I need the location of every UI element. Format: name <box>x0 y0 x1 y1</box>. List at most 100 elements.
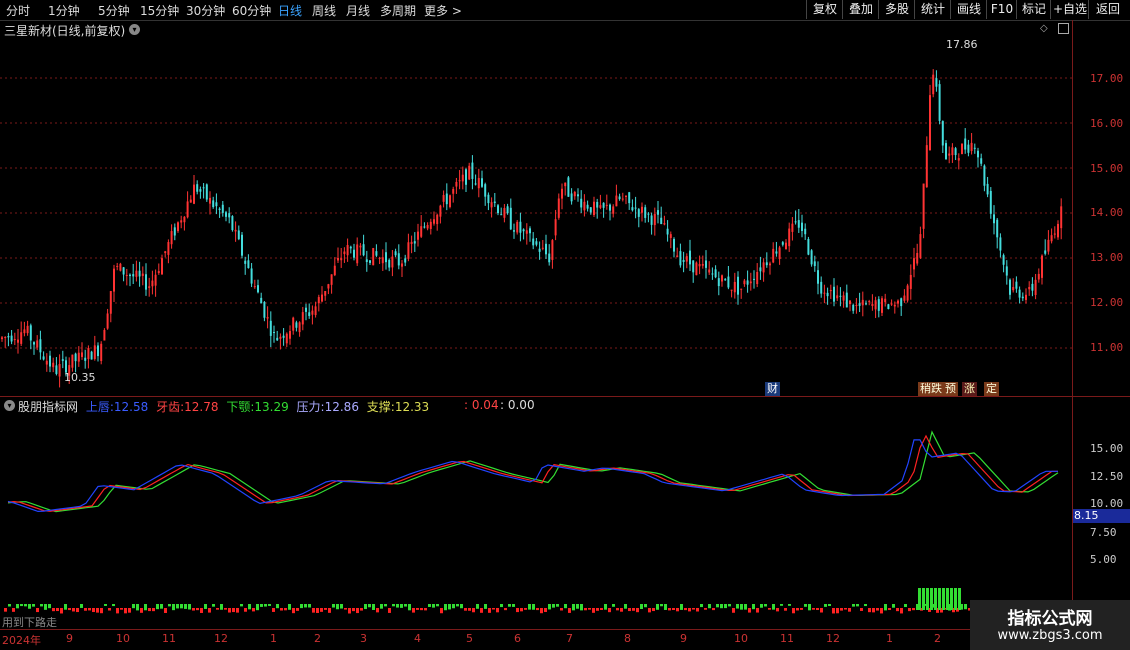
candle-body <box>4 337 7 339</box>
period-30min[interactable]: 30分钟 <box>186 2 225 19</box>
candle-body <box>618 196 621 200</box>
histogram-bar <box>88 608 91 611</box>
histogram-bar <box>844 608 847 610</box>
period-60min[interactable]: 60分钟 <box>232 2 271 19</box>
candle-body <box>17 339 19 343</box>
diamond-icon[interactable]: ◇ <box>1040 23 1048 34</box>
candle-body <box>356 244 359 264</box>
draw-line-button[interactable]: 画线 <box>950 0 987 19</box>
chevron-down-icon[interactable]: ▾ <box>129 24 140 35</box>
candle-body <box>823 292 826 294</box>
candle-body <box>484 184 487 197</box>
histogram-bar <box>348 608 351 614</box>
candle-body <box>42 356 45 360</box>
candle-body <box>913 258 915 270</box>
candle-body <box>541 247 544 249</box>
histogram-bar <box>284 608 287 611</box>
candle-body <box>529 228 531 234</box>
candle-body <box>1060 206 1063 229</box>
overlay-button[interactable]: 叠加 <box>842 0 879 19</box>
period-monthly[interactable]: 月线 <box>346 2 370 19</box>
candle-body <box>615 195 618 207</box>
period-more[interactable]: 更多 > <box>424 2 462 19</box>
histogram-bar <box>572 604 575 611</box>
f10-button[interactable]: F10 <box>986 0 1017 19</box>
fixed-badge[interactable]: 定 <box>984 382 999 396</box>
candle-body <box>813 261 816 267</box>
candle-body <box>314 306 317 316</box>
candle-body <box>612 206 615 214</box>
candle-body <box>359 245 362 248</box>
candle-body <box>119 263 122 271</box>
histogram-bar <box>168 604 171 607</box>
candlestick-chart[interactable] <box>0 36 1072 396</box>
candle-body <box>289 331 291 339</box>
x-axis-label: 4 <box>414 632 421 645</box>
histogram-bar <box>776 608 779 612</box>
candle-body <box>621 198 624 200</box>
period-fenshi[interactable]: 分时 <box>6 2 30 19</box>
period-5min[interactable]: 5分钟 <box>98 2 130 19</box>
candle-body <box>641 206 643 213</box>
histogram-bar <box>828 604 831 607</box>
histogram-bar <box>176 604 179 609</box>
period-1min[interactable]: 1分钟 <box>48 2 80 19</box>
histogram-bar <box>856 604 859 607</box>
period-daily[interactable]: 日线 <box>278 2 302 19</box>
histogram-bar <box>224 608 227 610</box>
candle-body <box>893 304 896 307</box>
forecast-badge[interactable]: 预 <box>943 382 958 396</box>
mark-button[interactable]: 标记 <box>1016 0 1051 19</box>
rise-badge[interactable]: 涨 <box>962 382 977 396</box>
histogram-bar <box>720 604 723 609</box>
statistics-button[interactable]: 统计 <box>914 0 951 19</box>
histogram-bar <box>460 604 463 609</box>
histogram-bar <box>148 608 151 612</box>
histogram-bar <box>260 604 263 607</box>
candle-body <box>167 242 170 255</box>
multi-stock-button[interactable]: 多股 <box>878 0 915 19</box>
candle-body <box>474 183 477 185</box>
finance-badge[interactable]: 财 <box>765 382 780 396</box>
fuquan-button[interactable]: 复权 <box>806 0 843 19</box>
back-button[interactable]: 返回 <box>1088 0 1127 19</box>
histogram-bar <box>312 608 315 613</box>
candle-body <box>468 165 471 180</box>
histogram-bar <box>388 608 391 613</box>
period-weekly[interactable]: 周线 <box>312 2 336 19</box>
candle-body <box>196 184 199 192</box>
candle-body <box>762 262 765 273</box>
candle-body <box>71 354 74 368</box>
candle-body <box>202 187 205 189</box>
candle-body <box>180 220 183 223</box>
histogram-bar <box>464 608 467 611</box>
period-multi[interactable]: 多周期 <box>380 2 416 19</box>
histogram-bar <box>320 608 323 612</box>
teeth-line <box>7 434 1058 512</box>
histogram-bar <box>568 608 571 613</box>
histogram-bar <box>272 608 275 612</box>
histogram-bar <box>236 608 239 613</box>
histogram-bar <box>912 608 915 611</box>
candle-body <box>109 291 112 314</box>
candle-body <box>10 335 13 342</box>
indicator-chart[interactable] <box>0 412 1072 630</box>
candle-body <box>647 213 650 215</box>
candle-body <box>375 251 378 256</box>
chevron-down-icon[interactable]: ▾ <box>4 400 15 411</box>
candle-body <box>919 234 922 258</box>
add-watchlist-button[interactable]: +自选 <box>1050 0 1089 19</box>
indicator-note: 用到下路走 <box>2 616 57 629</box>
candle-body <box>199 189 202 192</box>
candle-body <box>625 195 627 198</box>
candle-body <box>877 299 880 311</box>
candle-body <box>365 259 368 263</box>
dip-badge[interactable]: 稍跌 <box>918 382 944 396</box>
histogram-bar <box>216 608 219 610</box>
candle-body <box>260 297 263 304</box>
histogram-bar <box>796 608 799 611</box>
panel-toggle-icon[interactable] <box>1058 23 1069 34</box>
period-15min[interactable]: 15分钟 <box>140 2 179 19</box>
candle-body <box>465 169 467 185</box>
histogram-bar <box>436 604 439 607</box>
